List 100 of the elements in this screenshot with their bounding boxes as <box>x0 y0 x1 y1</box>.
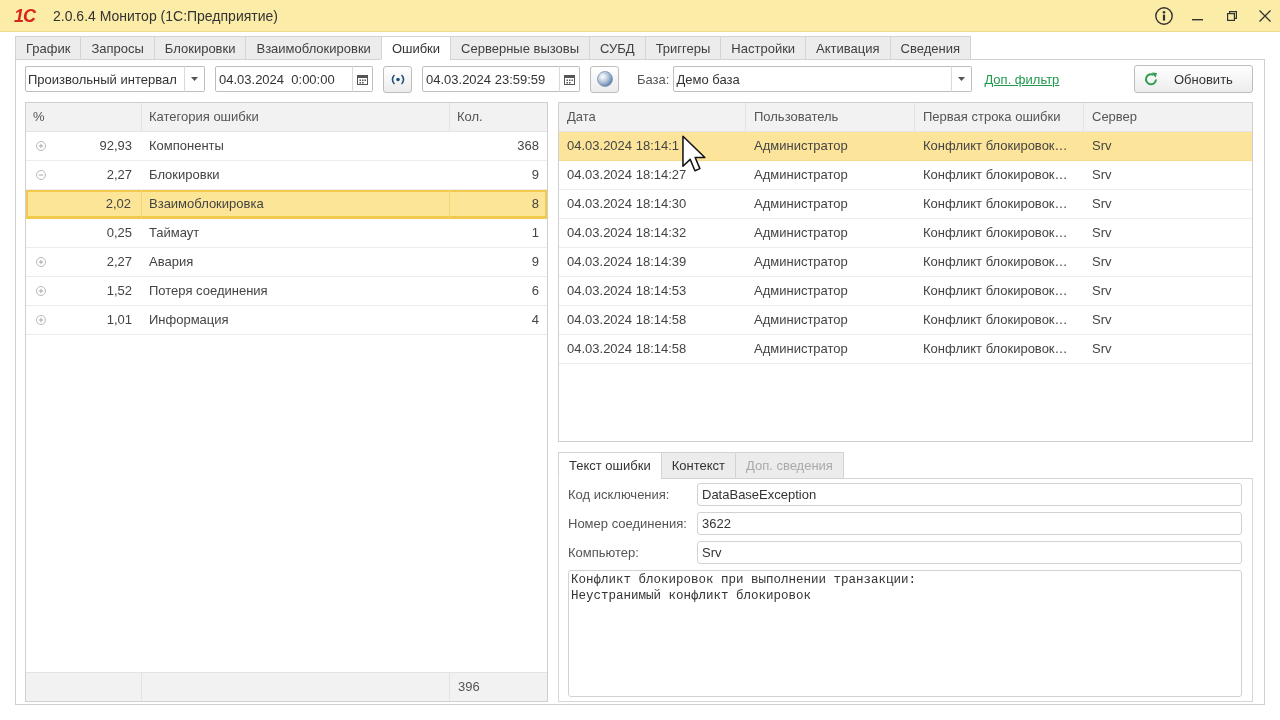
table-cell-text: 04.03.2024 18:14:27 <box>566 166 687 184</box>
table-cell-text: Администратор <box>753 253 848 271</box>
refresh-icon <box>1144 72 1158 86</box>
window-title: 2.0.6.4 Монитор (1С:Предприятие) <box>53 7 278 24</box>
dropdown-button[interactable] <box>184 66 205 92</box>
text-field[interactable]: 3622 <box>697 512 1242 535</box>
table-cell-text: 04.03.2024 18:14:39 <box>566 253 687 271</box>
radio-waves-button[interactable] <box>383 65 412 93</box>
table-row[interactable]: 1,52 Потеря соединения 6 <box>26 277 547 306</box>
table-cell-text: Конфликт блокировок… <box>922 137 1068 155</box>
table-cell-text: 04.03.2024 18:14:32 <box>566 224 687 242</box>
table-row[interactable]: 04.03.2024 18:14:58 Администратор Конфликт блокировок… Srv <box>559 335 1252 364</box>
table-cell-text: Потеря соединения <box>148 282 269 300</box>
column-header[interactable]: Категория ошибки <box>142 103 450 131</box>
table-row[interactable]: 2,02 Взаимоблокировка 8 <box>26 190 547 219</box>
table-row[interactable]: 2,27 Авария 9 <box>26 248 547 277</box>
tab[interactable]: Контекст <box>660 452 736 479</box>
table-cell-text: 1,01 <box>105 311 133 329</box>
tab[interactable]: Сведения <box>889 36 971 60</box>
tab[interactable]: СУБД <box>589 36 646 60</box>
table-cell-text: 04.03.2024 18:14:58 <box>566 311 687 329</box>
text-field[interactable]: DataBaseException <box>697 483 1242 506</box>
calendar-icon <box>564 73 575 85</box>
date-field[interactable]: 04.03.2024 23:59:59 <box>422 66 560 92</box>
calendar-button[interactable] <box>559 66 580 92</box>
table-cell-text: Srv <box>1091 282 1112 300</box>
table-cell-text: Блокировки <box>148 166 221 184</box>
table-cell-text: Администратор <box>753 311 848 329</box>
table-row[interactable]: 1,01 Информация 4 <box>26 306 547 335</box>
globe-button[interactable] <box>590 65 619 93</box>
info-icon[interactable] <box>1155 6 1173 25</box>
table-cell-text: Srv <box>1091 166 1112 184</box>
tab[interactable]: Настройки <box>720 36 807 60</box>
table-row[interactable]: 92,93 Компоненты 368 <box>26 132 547 161</box>
table-cell-text: Srv <box>1091 253 1112 271</box>
refresh-button[interactable]: Обновить <box>1134 65 1253 93</box>
table-cell-text: 04.03.2024 18:14:1 <box>566 137 680 155</box>
table-cell-text: Таймаут <box>148 224 201 242</box>
table-row[interactable]: 04.03.2024 18:14:30 Администратор Конфликт блокировок… Srv <box>559 190 1252 219</box>
date-field[interactable]: 04.03.2024 0:00:00 <box>215 66 353 92</box>
tab[interactable]: Блокировки <box>153 36 247 60</box>
table-cell-text: Конфликт блокировок… <box>922 224 1068 242</box>
table-cell-text: 04.03.2024 18:14:53 <box>566 282 687 300</box>
column-header[interactable]: % <box>26 103 142 131</box>
table-cell-text: Srv <box>1091 195 1112 213</box>
table-row[interactable]: 04.03.2024 18:14:1 Администратор Конфликт блокировок… Srv <box>559 132 1252 161</box>
table-cell-text: 396 <box>457 678 481 696</box>
tab[interactable]: Ошибки <box>380 36 452 60</box>
globe-icon <box>596 71 613 87</box>
tab[interactable]: Текст ошибки <box>558 452 662 479</box>
caret-icon <box>958 77 966 81</box>
table-cell-text: 92,93 <box>98 137 133 155</box>
table-cell-text: Srv <box>1091 340 1112 358</box>
table-cell-text: 9 <box>530 253 540 271</box>
filter-link[interactable]: Доп. фильтр <box>984 71 1060 87</box>
column-header[interactable]: Пользователь <box>746 103 915 131</box>
table-cell-text: 1,52 <box>105 282 133 300</box>
table-cell-text: Конфликт блокировок… <box>922 340 1068 358</box>
tab[interactable]: Запросы <box>80 36 155 60</box>
dropdown-field[interactable]: Произвольный интервал <box>25 66 185 92</box>
table-cell-text: Компоненты <box>148 137 225 155</box>
table-cell-text: 6 <box>530 282 540 300</box>
calendar-icon <box>357 73 368 85</box>
column-header[interactable]: Кол. <box>450 103 547 131</box>
column-header[interactable]: Сервер <box>1084 103 1252 131</box>
table-cell-text: Srv <box>1091 137 1112 155</box>
tab[interactable]: Серверные вызовы <box>450 36 591 60</box>
close-icon[interactable] <box>1259 9 1271 22</box>
tab[interactable]: Триггеры <box>644 36 722 60</box>
tab[interactable]: График <box>15 36 82 60</box>
tab[interactable]: Активация <box>805 36 891 60</box>
table-row[interactable]: 0,25 Таймаут 1 <box>26 219 547 248</box>
table-cell-text: Srv <box>1091 311 1112 329</box>
table-cell-text: Администратор <box>753 166 848 184</box>
column-header[interactable]: Первая строка ошибки <box>915 103 1084 131</box>
table-cell-text: Администратор <box>753 195 848 213</box>
tab[interactable]: Взаимоблокировки <box>245 36 382 60</box>
field-label: Код исключения: <box>568 487 671 502</box>
table-cell: Взаимоблокировка <box>142 190 450 218</box>
error-text-field[interactable]: Конфликт блокировок при выполнении транзакции: Неустранимый конфликт блокировок <box>568 570 1242 697</box>
field-label: Номер соединения: <box>568 516 688 531</box>
radio-waves-icon <box>390 73 405 85</box>
text-field[interactable]: Srv <box>697 541 1242 564</box>
table-row[interactable]: 04.03.2024 18:14:39 Администратор Конфликт блокировок… Srv <box>559 248 1252 277</box>
dropdown-button[interactable] <box>951 66 973 92</box>
table-row[interactable]: 04.03.2024 18:14:58 Администратор Конфликт блокировок… Srv <box>559 306 1252 335</box>
table-cell-text: Администратор <box>753 137 848 155</box>
database-field[interactable]: Демо база <box>673 66 953 92</box>
table-cell-text: Администратор <box>753 340 848 358</box>
table-cell-text: 2,27 <box>105 253 133 271</box>
table-cell-text: Информация <box>148 311 230 329</box>
restore-icon[interactable] <box>1227 10 1237 21</box>
calendar-button[interactable] <box>352 66 373 92</box>
table-row[interactable]: 04.03.2024 18:14:53 Администратор Конфликт блокировок… Srv <box>559 277 1252 306</box>
table-cell-text: 8 <box>530 195 540 213</box>
table-cell-text: 368 <box>516 137 540 155</box>
table-row[interactable]: 04.03.2024 18:14:32 Администратор Конфликт блокировок… Srv <box>559 219 1252 248</box>
column-header[interactable]: Дата <box>559 103 746 131</box>
table-cell-text: Конфликт блокировок… <box>922 166 1068 184</box>
minimize-icon[interactable] <box>1192 18 1203 21</box>
